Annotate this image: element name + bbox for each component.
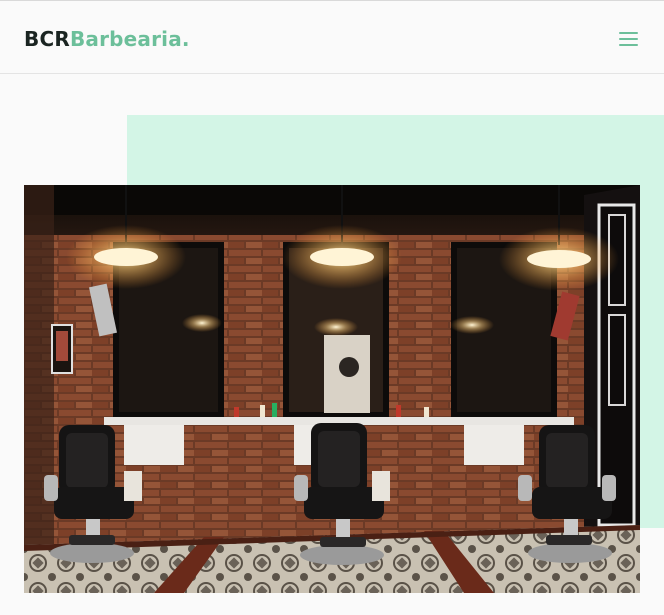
logo-text-primary: BCR [24, 27, 70, 51]
hamburger-menu-icon[interactable] [612, 27, 644, 51]
brand-logo[interactable]: BCRBarbearia. [24, 26, 190, 52]
page: BCRBarbearia. [0, 0, 664, 615]
barbershop-interior-photo [24, 185, 640, 593]
logo-text-accent: Barbearia. [69, 27, 190, 51]
menu-bar-bottom [619, 44, 638, 46]
menu-bar-middle [619, 38, 638, 40]
photo-illustration [24, 185, 640, 593]
site-header: BCRBarbearia. [0, 0, 664, 74]
menu-bar-top [619, 32, 638, 34]
